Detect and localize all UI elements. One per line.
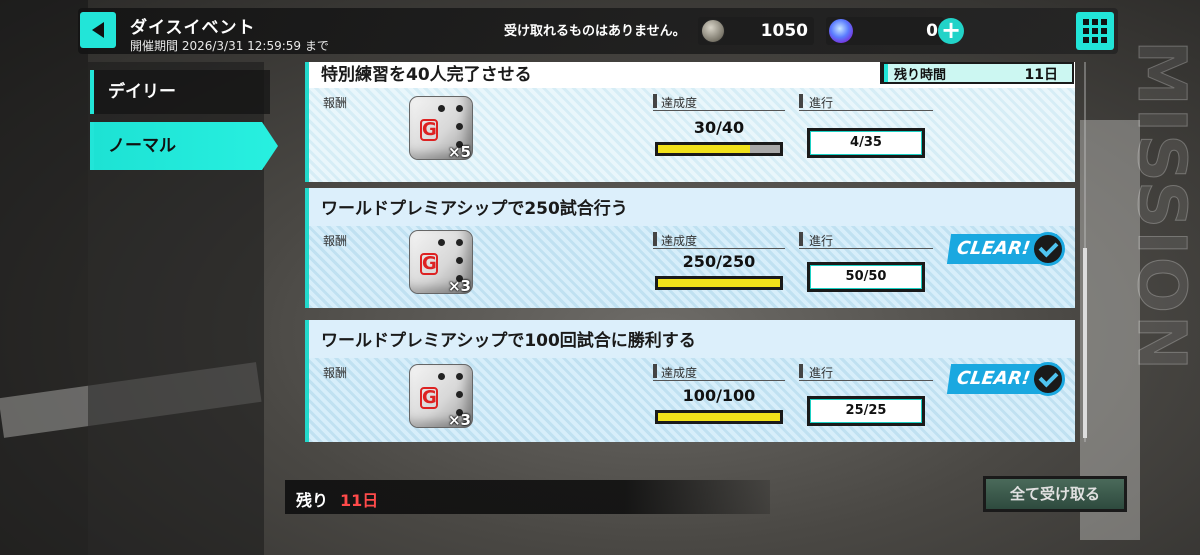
coin-icon <box>701 19 725 43</box>
mission-watermark: MISSION <box>1136 40 1200 373</box>
remaining-time-label: 残り時間 <box>894 68 947 83</box>
reward-quantity: ×3 <box>447 277 471 295</box>
achievement-value: 250/250 <box>682 252 756 271</box>
remaining-value: 11日 <box>340 491 379 510</box>
check-icon <box>1031 362 1065 396</box>
grid-menu-button[interactable] <box>1076 12 1114 50</box>
back-button[interactable] <box>80 12 116 48</box>
add-gems-button[interactable]: + <box>938 18 964 44</box>
scrollbar-thumb[interactable] <box>1083 248 1087 438</box>
page-title: ダイスイベント <box>130 18 256 38</box>
dice-reward-icon: G ×3 <box>409 230 473 295</box>
progress-value: 4/35 <box>810 131 922 155</box>
achievement-bar <box>655 142 783 156</box>
mission-body: 報酬 G ×5 達成度 30/40 進行 4/35 <box>309 88 1075 182</box>
progress-label: 進行 <box>809 366 834 380</box>
mission-card: ワールドプレミアシップで250試合行う 報酬 G ×3 達成度 250/250 … <box>305 188 1075 308</box>
mission-title: 特別練習を40人完了させる <box>321 65 532 85</box>
dice-reward-icon: G ×3 <box>409 364 473 429</box>
reward-label: 報酬 <box>323 366 348 380</box>
achievement-label: 達成度 <box>661 96 698 110</box>
claim-all-label: 全て受け取る <box>986 479 1124 509</box>
grid-menu-icon <box>1083 19 1089 25</box>
mission-title: ワールドプレミアシップで100回試合に勝利する <box>321 331 696 351</box>
background-left <box>0 0 88 555</box>
mission-body: 報酬 G ×3 達成度 100/100 進行 25/25 CLEAR! <box>309 358 1075 442</box>
progress-value: 25/25 <box>810 399 922 423</box>
claim-all-button[interactable]: 全て受け取る <box>983 476 1127 512</box>
gem-value: 0 <box>926 21 938 41</box>
achievement-value: 100/100 <box>682 386 756 405</box>
achievement-label: 達成度 <box>661 234 698 248</box>
claim-notice: 受け取れるものはありません。 <box>504 24 686 39</box>
achievement-bar <box>655 410 783 424</box>
remaining-label: 残り <box>296 491 329 510</box>
remaining-time-value: 11日 <box>1024 67 1058 83</box>
sidebar-item-daily[interactable]: デイリー <box>90 70 270 114</box>
achievement-value: 30/40 <box>693 118 745 137</box>
gem-icon <box>829 19 853 43</box>
mission-body: 報酬 G ×3 達成度 250/250 進行 50/50 CLEAR! <box>309 226 1075 308</box>
mission-title: ワールドプレミアシップで250試合行う <box>321 199 628 219</box>
reward-label: 報酬 <box>323 234 348 248</box>
progress-label: 進行 <box>809 96 834 110</box>
coin-value: 1050 <box>760 21 808 41</box>
mission-card: ワールドプレミアシップで100回試合に勝利する 報酬 G ×3 達成度 100/… <box>305 320 1075 442</box>
back-arrow-icon <box>92 22 104 38</box>
progress-label: 進行 <box>809 234 834 248</box>
progress-box: 4/35 <box>807 128 925 158</box>
reward-label: 報酬 <box>323 96 348 110</box>
reward-quantity: ×3 <box>447 411 471 429</box>
event-period: 開催期間 2026/3/31 12:59:59 まで <box>130 39 329 53</box>
dice-reward-icon: G ×5 <box>409 96 473 161</box>
reward-quantity: ×5 <box>447 143 471 161</box>
progress-value: 50/50 <box>810 265 922 289</box>
check-icon <box>1031 232 1065 266</box>
achievement-bar <box>655 276 783 290</box>
sidebar-item-normal[interactable]: ノーマル <box>90 122 278 170</box>
achievement-label: 達成度 <box>661 366 698 380</box>
remaining-time-box: 残り時間 11日 <box>880 62 1074 84</box>
progress-box: 50/50 <box>807 262 925 292</box>
mission-list[interactable]: 特別練習を40人完了させる 報酬 G ×5 達成度 30/40 進行 4/35 <box>305 62 1075 442</box>
progress-box: 25/25 <box>807 396 925 426</box>
